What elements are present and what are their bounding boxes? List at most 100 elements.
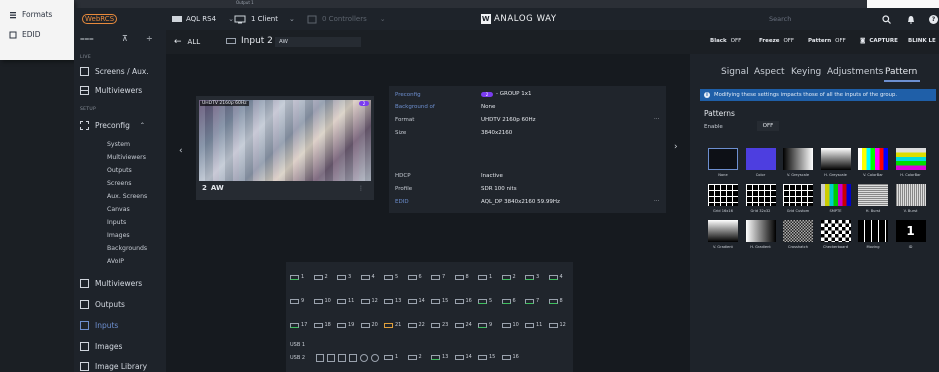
sidebar-item-inputs[interactable]: Inputs [80,321,118,330]
connector-button[interactable]: 11 [337,298,354,304]
connector-button[interactable]: 2 [501,274,516,280]
connector-button[interactable]: 20 [360,322,378,328]
menu-collapse-icon[interactable]: ⩶ [80,34,94,44]
prop-preconfig-value[interactable]: 2 - GROUP 1x1 [481,91,532,97]
sidebar-subitem-avoip[interactable]: AVoIP [107,258,124,265]
split-icon[interactable]: ÷ [146,34,153,43]
device-selector[interactable]: AQL RS4 ⌄ [172,8,234,30]
connector-button[interactable]: 7 [525,298,539,304]
connector-button[interactable]: 1 [290,274,304,280]
connector-button[interactable]: 1 [478,274,492,280]
connector-button[interactable]: 14 [454,354,472,360]
connector-button[interactable]: 13 [384,298,401,304]
search-button[interactable] [882,8,891,30]
pattern-tile-h-burst[interactable] [858,184,888,206]
connector-button[interactable]: 2 [407,354,422,360]
input-preview-card[interactable]: UHDTV 2160p 60Hz 2 2 AW ⋮ [196,96,374,200]
pattern-tile-grid-custom[interactable] [783,184,813,206]
connector-button[interactable]: 16 [454,298,472,304]
sidebar-item-screens[interactable]: Screens / Aux. [80,67,149,76]
blink-button[interactable]: BLINK LE [908,38,936,44]
connector-button[interactable]: 2 [313,274,328,280]
pattern-toggle[interactable]: Pattern OFF [808,38,846,44]
pattern-tile-id[interactable]: 1 [895,220,926,242]
capture-button[interactable]: ◙ CAPTURE [860,38,898,44]
connector-button[interactable]: 6 [501,298,516,304]
connector-button[interactable]: 24 [454,322,472,328]
tab-pattern[interactable]: Pattern [885,67,917,77]
pattern-tile-moving[interactable] [858,220,888,242]
align-icon[interactable]: ⊼ [122,34,128,43]
sidebar-subitem-images[interactable]: Images [107,232,130,239]
search-input[interactable]: Search [769,15,791,23]
black-toggle[interactable]: Black OFF [710,38,741,44]
sidebar-subitem-canvas[interactable]: Canvas [107,206,130,213]
tab-adjustments[interactable]: Adjustments [827,67,883,77]
edid-more-icon[interactable]: ⋯ [654,198,660,204]
controllers-selector[interactable]: 0 Controllers ⌄ [307,8,386,30]
pattern-tile-v-burst[interactable] [895,184,926,206]
connector-button[interactable]: 19 [337,322,354,328]
connector-button[interactable]: 23 [431,322,448,328]
connector-button[interactable]: 8 [454,274,469,280]
connector-button[interactable]: 8 [548,298,563,304]
connector-button[interactable]: 15 [431,298,448,304]
connector-button[interactable]: 10 [313,298,331,304]
connector-button[interactable]: 5 [478,298,492,304]
next-input-arrow-icon[interactable]: › [674,142,678,152]
usb-port-icon[interactable] [349,354,357,362]
connector-button[interactable]: 3 [525,274,539,280]
pattern-tile-h-greyscale[interactable] [820,148,851,170]
connector-button[interactable]: 18 [313,322,331,328]
connector-button[interactable]: 3 [337,274,351,280]
search-box[interactable]: Search [769,8,869,30]
usb-port-icon[interactable] [327,354,335,362]
connector-button[interactable]: 13 [431,354,448,360]
sidebar-item-image-library[interactable]: Image Library [80,362,147,371]
prop-format-value[interactable]: UHDTV 2160p 60Hz [481,117,536,123]
connector-button[interactable]: 4 [548,274,563,280]
pattern-tile-v-greyscale[interactable] [783,148,813,170]
sidebar-subitem-multiviewers[interactable]: Multiviewers [107,154,146,161]
back-to-all-button[interactable]: ← ALL [174,37,200,47]
connector-button[interactable]: 22 [407,322,425,328]
connector-button[interactable]: 12 [360,298,378,304]
connector-button[interactable]: 12 [548,322,566,328]
connector-button[interactable]: 16 [501,354,519,360]
sidebar-item-multiviewers[interactable]: Multiviewers [80,279,142,288]
connector-button[interactable]: 11 [525,322,542,328]
sidebar-item-multiviewers-live[interactable]: Multiviewers [80,86,142,95]
edid-menu-item[interactable]: EDID [9,30,41,39]
connector-button[interactable]: 9 [478,322,492,328]
freeze-toggle[interactable]: Freeze OFF [759,38,794,44]
connector-button[interactable]: 7 [431,274,445,280]
formats-menu-item[interactable]: Formats [9,10,52,19]
usb-port-icon[interactable] [316,354,324,362]
pattern-tile-color[interactable] [745,148,776,170]
sidebar-subitem-backgrounds[interactable]: Backgrounds [107,245,147,252]
connector-button[interactable]: 10 [501,322,519,328]
sidebar-item-preconfig[interactable]: Preconfig ⌃ [80,121,145,130]
pattern-tile-v-gradient[interactable] [708,220,738,242]
pattern-tile-h-colorbar[interactable] [895,148,926,170]
pattern-tile-smpte[interactable] [820,184,851,206]
tab-aspect[interactable]: Aspect [754,67,785,77]
sidebar-subitem-screens[interactable]: Screens [107,180,132,187]
pattern-tile-grid-16x16[interactable] [708,184,738,206]
connector-button[interactable]: 21 [384,322,401,328]
connector-button[interactable]: 4 [360,274,375,280]
format-more-icon[interactable]: ⋯ [654,116,660,122]
pattern-tile-checkerboard[interactable] [820,220,851,242]
connector-button[interactable]: 15 [478,354,495,360]
pattern-tile-v-colorbar[interactable] [858,148,888,170]
connector-button[interactable]: 14 [407,298,425,304]
pattern-tile-crosshatch[interactable] [783,220,813,242]
usb-port-icon[interactable] [338,354,346,362]
enable-toggle[interactable]: OFF [757,121,779,131]
help-button[interactable]: ? [929,8,938,30]
sidebar-subitem-inputs[interactable]: Inputs [107,219,126,226]
connector-button[interactable]: 6 [407,274,422,280]
usb-port-icon[interactable] [371,354,379,362]
app-logo[interactable]: WebRCS [82,8,118,30]
connector-button[interactable]: 5 [384,274,398,280]
